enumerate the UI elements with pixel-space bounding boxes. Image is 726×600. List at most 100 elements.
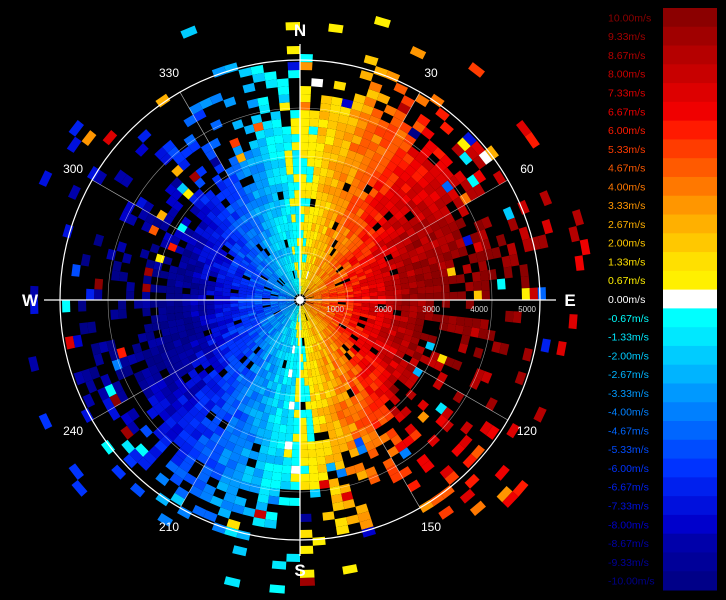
velocity-cell (462, 326, 472, 337)
velocity-cell (158, 300, 167, 308)
velocity-cell (190, 300, 199, 306)
velocity-cell (93, 353, 105, 367)
velocity-cell (166, 286, 175, 294)
velocity-cell (289, 393, 296, 402)
velocity-cell (280, 174, 288, 184)
velocity-cell (304, 393, 311, 402)
velocity-cell (262, 120, 273, 130)
colorbar-label: -4.00m/s (608, 407, 649, 419)
velocity-cell (182, 305, 191, 313)
velocity-cell (242, 506, 256, 518)
velocity-cell (454, 324, 464, 335)
velocity-cell (206, 304, 215, 310)
velocity-cell (277, 158, 286, 168)
velocity-cell (272, 464, 283, 473)
velocity-cell (190, 305, 199, 312)
velocity-cell (272, 127, 283, 136)
velocity-cell (319, 111, 330, 121)
colorbar-label: -4.67m/s (608, 425, 649, 437)
velocity-cell (279, 166, 287, 176)
velocity-cell (307, 433, 315, 442)
velocity-cell (278, 496, 290, 506)
velocity-cell (294, 190, 300, 199)
velocity-cell (300, 206, 305, 215)
velocity-cell (401, 294, 410, 300)
velocity-cell (401, 288, 410, 295)
velocity-cell (300, 425, 307, 434)
velocity-cell (300, 110, 310, 119)
velocity-cell (66, 136, 82, 153)
velocity-cell (94, 278, 104, 290)
velocity-cell (407, 479, 421, 493)
colorbar-swatch (663, 158, 717, 178)
velocity-cell (529, 287, 538, 300)
velocity-cell (290, 126, 300, 135)
velocity-cell (79, 322, 89, 335)
colorbar-label: 4.67m/s (608, 163, 645, 175)
velocity-cell (401, 300, 410, 306)
colorbar-label: 3.33m/s (608, 200, 645, 212)
velocity-cell (417, 286, 426, 294)
velocity-cell (457, 343, 469, 354)
velocity-cell (214, 300, 223, 305)
velocity-cell (441, 300, 450, 308)
colorbar-label: -5.33m/s (608, 444, 649, 456)
velocity-cell (116, 241, 127, 253)
velocity-cell (568, 314, 578, 330)
velocity-cell (166, 313, 176, 321)
velocity-cell (448, 275, 458, 285)
velocity-cell (320, 95, 333, 105)
velocity-cell (479, 319, 489, 330)
colorbar-label: -2.67m/s (608, 369, 649, 381)
velocity-cell (291, 377, 296, 386)
velocity-cell (271, 560, 287, 570)
velocity-cell (481, 280, 490, 291)
azimuth-tick-label: 120 (517, 424, 537, 438)
velocity-cell (300, 529, 313, 538)
velocity-cell (223, 576, 241, 588)
velocity-cell (459, 488, 476, 504)
velocity-cell (473, 290, 482, 300)
velocity-cell (300, 393, 306, 402)
velocity-cell (324, 454, 335, 464)
velocity-cell (300, 473, 310, 482)
colorbar-label: 1.33m/s (608, 256, 645, 268)
velocity-cell (265, 79, 278, 89)
velocity-cell (440, 314, 450, 324)
velocity-cell (521, 288, 530, 300)
velocity-cell (435, 107, 450, 122)
range-tick-label: 4000 (470, 305, 488, 314)
velocity-cell (393, 304, 402, 311)
velocity-cell (155, 93, 171, 108)
velocity-cell (289, 497, 300, 506)
velocity-cell (314, 440, 324, 450)
velocity-cell (38, 170, 53, 187)
velocity-cell (206, 290, 215, 296)
range-tick-label: 1000 (326, 305, 344, 314)
velocity-cell (485, 397, 498, 411)
velocity-cell (174, 312, 184, 320)
velocity-cell (285, 158, 293, 167)
velocity-cell (243, 124, 255, 135)
velocity-cell (317, 464, 328, 473)
velocity-cell (306, 174, 314, 183)
velocity-cell (471, 318, 481, 329)
velocity-cell (377, 291, 386, 296)
colorbar-swatch (663, 176, 717, 197)
velocity-cell (537, 287, 546, 300)
velocity-cell (287, 62, 300, 71)
velocity-cell (305, 190, 312, 199)
velocity-cell (465, 281, 474, 292)
velocity-cell (300, 62, 313, 71)
velocity-cell (359, 70, 374, 82)
velocity-cell (300, 94, 311, 103)
velocity-cell (393, 289, 402, 296)
velocity-cell (119, 271, 129, 282)
colorbar-swatch (663, 8, 717, 28)
colorbar-swatch (663, 45, 717, 65)
velocity-cell (265, 136, 276, 146)
velocity-cell (441, 292, 450, 300)
velocity-cell (293, 425, 300, 434)
velocity-cell (300, 513, 312, 522)
velocity-cell (283, 449, 293, 458)
